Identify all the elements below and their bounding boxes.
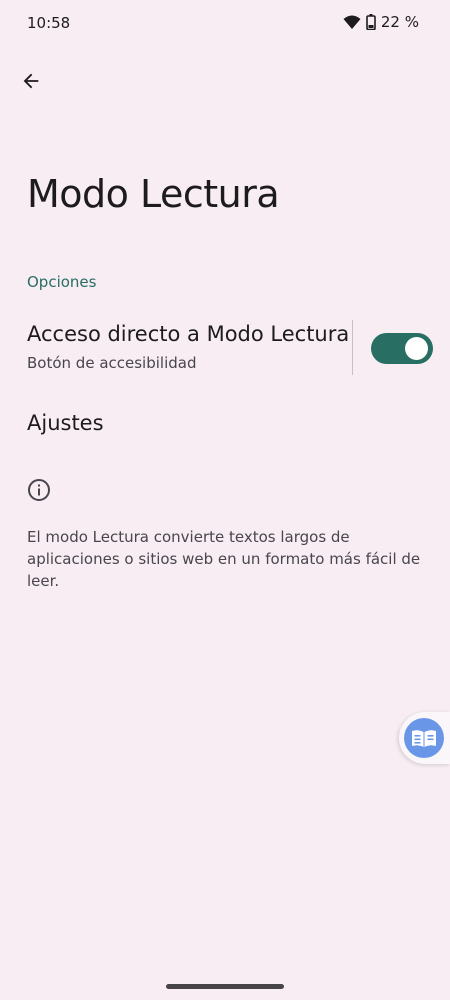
accessibility-float-button[interactable] (399, 712, 450, 764)
section-header-opciones: Opciones (27, 273, 97, 291)
info-icon (28, 479, 50, 501)
shortcut-toggle[interactable] (371, 333, 433, 364)
settings-item[interactable]: Ajustes (27, 411, 104, 435)
status-bar: 10:58 22 % (0, 0, 450, 48)
status-icons: 22 % (343, 13, 419, 31)
battery-percent: 22 % (380, 13, 419, 31)
footer-description: El modo Lectura convierte textos largos … (27, 528, 421, 590)
page-title: Modo Lectura (27, 172, 280, 216)
shortcut-summary: Botón de accesibilidad (27, 354, 197, 372)
toggle-thumb (405, 337, 428, 360)
wifi-icon (343, 15, 361, 29)
shortcut-preference[interactable]: Acceso directo a Modo Lectura Botón de a… (0, 314, 450, 384)
arrow-back-icon (23, 73, 39, 89)
back-button[interactable] (12, 62, 50, 100)
divider (352, 320, 353, 375)
status-time: 10:58 (27, 14, 71, 32)
navigation-handle[interactable] (166, 984, 284, 989)
battery-icon (366, 14, 376, 30)
float-button-circle (404, 718, 444, 758)
shortcut-title: Acceso directo a Modo Lectura (27, 322, 350, 346)
reading-mode-icon (412, 730, 436, 747)
